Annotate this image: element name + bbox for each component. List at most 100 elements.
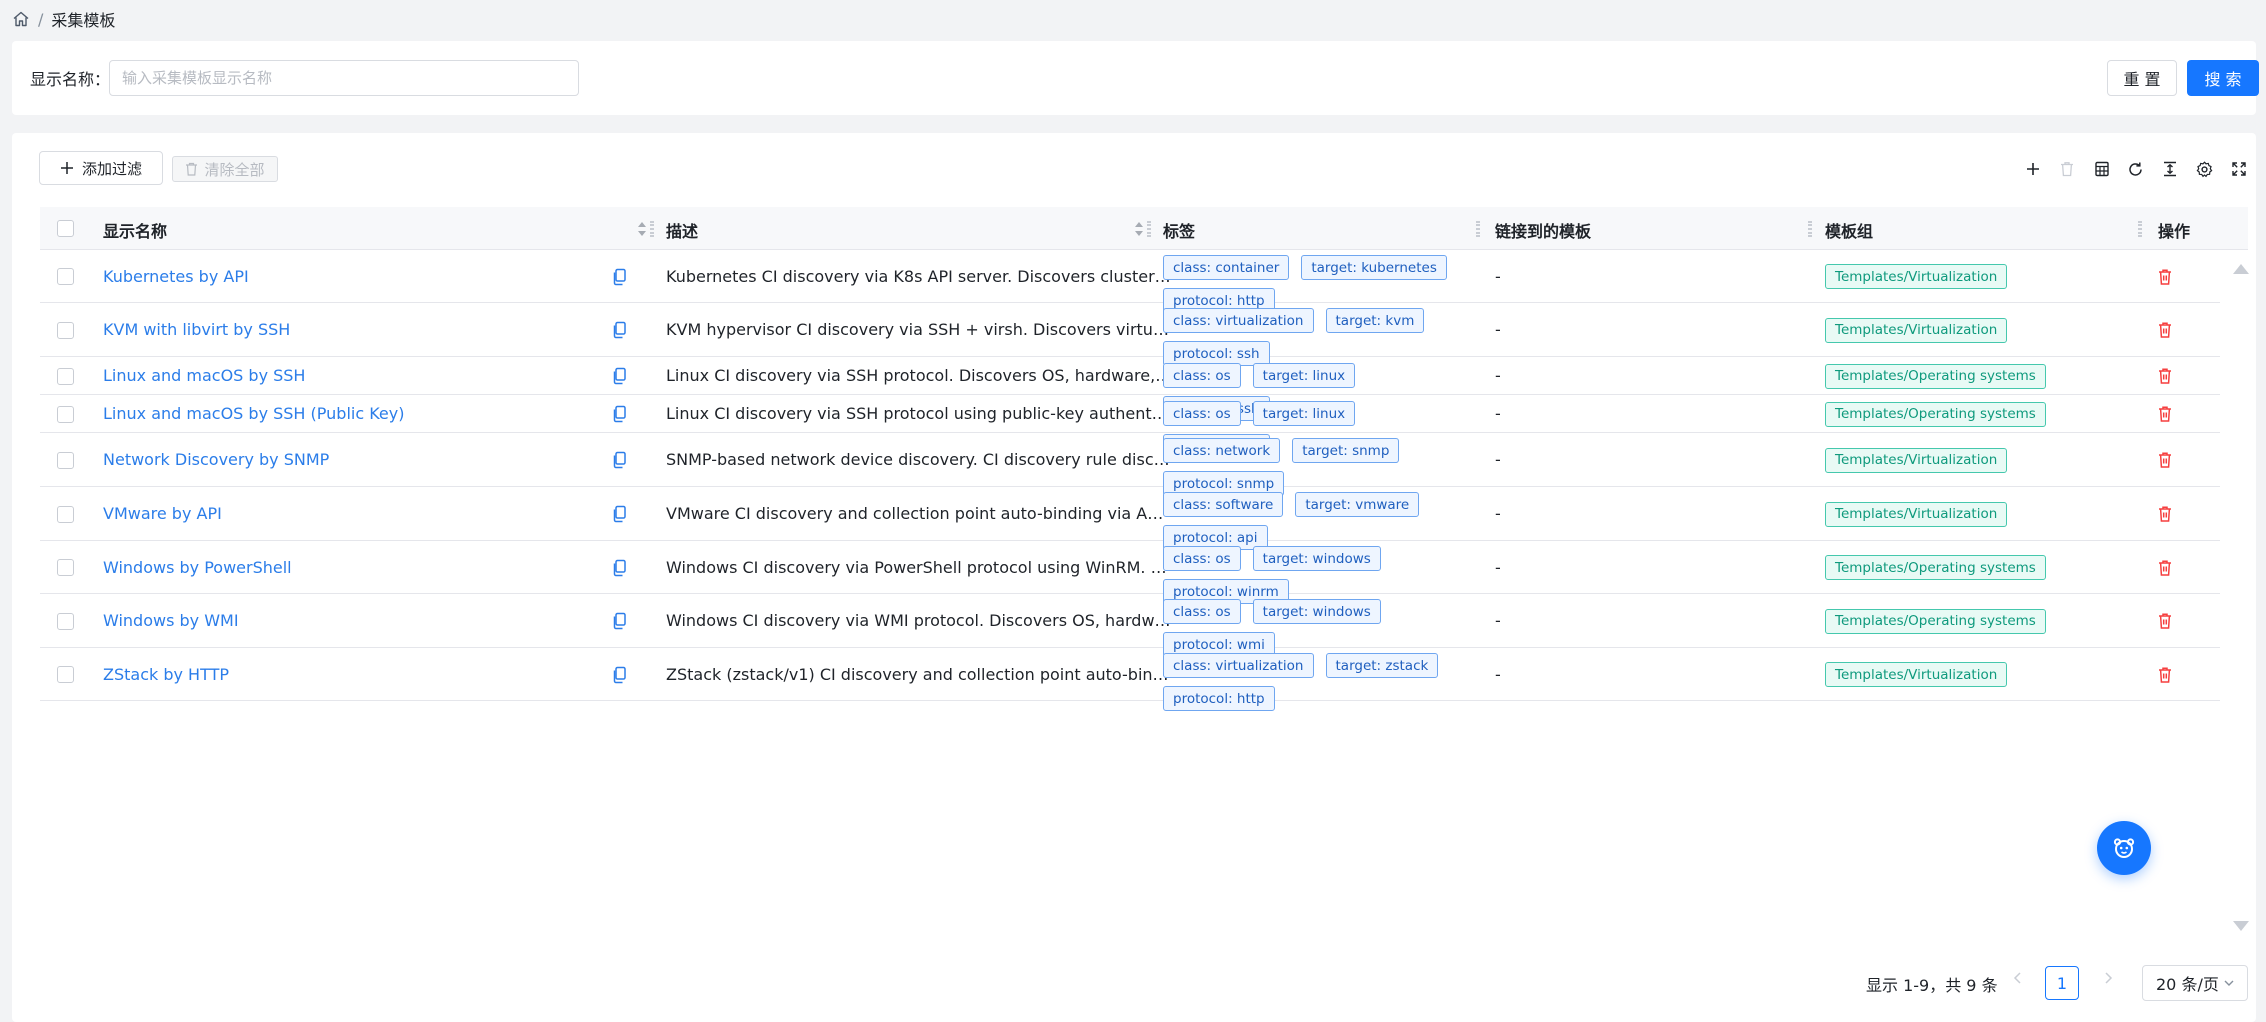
search-button[interactable]: 搜 索 — [2187, 60, 2259, 96]
delete-row-icon[interactable] — [2157, 268, 2173, 286]
delete-row-icon[interactable] — [2157, 559, 2173, 577]
table-row: ZStack by HTTP ZStack (zstack/v1) CI disc… — [40, 648, 2220, 711]
row-checkbox[interactable] — [57, 559, 74, 576]
home-icon[interactable] — [12, 10, 30, 28]
row-checkbox[interactable] — [57, 405, 74, 423]
sort-icon[interactable] — [637, 219, 647, 239]
display-name-label: 显示名称： — [30, 70, 111, 89]
copy-icon[interactable] — [611, 505, 627, 523]
scroll-down-arrow[interactable] — [2233, 921, 2249, 931]
delete-icon[interactable] — [2050, 157, 2084, 181]
copy-icon[interactable] — [611, 268, 627, 286]
column-resize-handle[interactable] — [650, 221, 654, 237]
template-name-link[interactable]: Linux and macOS by SSH (Public Key) — [103, 404, 404, 423]
template-name-link[interactable]: Kubernetes by API — [103, 267, 249, 286]
template-group-badge: Templates/Virtualization — [1825, 662, 2008, 687]
column-resize-handle[interactable] — [1147, 221, 1151, 237]
reset-button[interactable]: 重 置 — [2107, 60, 2177, 96]
tag-badge: target: windows — [1252, 599, 1381, 624]
assistant-float-button[interactable] — [2097, 821, 2151, 875]
refresh-icon[interactable] — [2119, 157, 2153, 181]
clear-all-button[interactable]: 清除全部 — [172, 156, 278, 182]
page-size-select[interactable]: 20 条/页 — [2142, 965, 2248, 1001]
tag-badge: class: container — [1163, 255, 1290, 280]
clear-all-label: 清除全部 — [204, 160, 265, 179]
copy-icon[interactable] — [611, 367, 627, 385]
linked-templates-value: - — [1495, 266, 1501, 286]
row-checkbox[interactable] — [57, 666, 74, 683]
chevron-down-icon — [2224, 980, 2234, 986]
row-height-icon[interactable] — [2153, 157, 2187, 181]
row-checkbox[interactable] — [57, 451, 74, 469]
add-filter-button[interactable]: 添加过滤 — [39, 151, 163, 185]
table-row: Linux and macOS by SSH Linux CI discovery… — [40, 357, 2220, 421]
template-group-badge: Templates/Virtualization — [1825, 447, 2008, 473]
copy-icon[interactable] — [611, 405, 627, 423]
column-resize-handle[interactable] — [1808, 221, 1812, 237]
template-name-link[interactable]: KVM with libvirt by SSH — [103, 320, 290, 339]
tag-badge: class: os — [1163, 599, 1241, 624]
fullscreen-icon[interactable] — [2222, 157, 2256, 181]
row-checkbox[interactable] — [57, 268, 74, 285]
tag-badge: target: snmp — [1292, 438, 1400, 463]
select-all-checkbox[interactable] — [57, 220, 74, 237]
row-checkbox[interactable] — [57, 505, 74, 523]
template-group-badge: Templates/Virtualization — [1825, 264, 2008, 289]
settings-icon[interactable] — [2187, 157, 2221, 181]
template-description: Linux CI discovery via SSH protocol. Dis… — [666, 366, 1172, 385]
delete-row-icon[interactable] — [2157, 666, 2173, 684]
prev-page-icon[interactable] — [2010, 970, 2026, 986]
delete-row-icon[interactable] — [2157, 612, 2173, 630]
row-checkbox[interactable] — [57, 612, 74, 630]
copy-icon[interactable] — [611, 321, 627, 339]
row-checkbox[interactable] — [57, 367, 74, 385]
display-name-input[interactable] — [109, 60, 579, 96]
col-header-tags: 标签 — [1163, 222, 1196, 241]
template-group-badge: Templates/Operating systems — [1825, 401, 2046, 427]
tag-badge: target: zstack — [1325, 653, 1439, 678]
page-number-1[interactable]: 1 — [2045, 966, 2079, 1000]
template-name-link[interactable]: Linux and macOS by SSH — [103, 366, 305, 385]
delete-row-icon[interactable] — [2157, 505, 2173, 523]
col-header-desc[interactable]: 描述 — [666, 218, 698, 242]
template-name-link[interactable]: VMware by API — [103, 504, 222, 523]
delete-row-icon[interactable] — [2157, 367, 2173, 385]
template-name-link[interactable]: ZStack by HTTP — [103, 665, 229, 684]
breadcrumb-separator: / — [38, 9, 44, 29]
table-row: Windows by PowerShell Windows CI discover… — [40, 541, 2220, 604]
tag-list: class: virtualization target: zstack proto… — [1163, 653, 1473, 711]
delete-row-icon[interactable] — [2157, 405, 2173, 423]
template-description: ZStack (zstack/v1) CI discovery and coll… — [666, 664, 1172, 684]
row-checkbox[interactable] — [57, 321, 74, 339]
template-description: Kubernetes CI discovery via K8s API serv… — [666, 266, 1172, 286]
tag-badge: class: virtualization — [1163, 308, 1314, 333]
column-resize-handle[interactable] — [1476, 221, 1480, 237]
copy-icon[interactable] — [611, 559, 627, 577]
template-name-link[interactable]: Windows by WMI — [103, 611, 239, 630]
tag-badge: target: vmware — [1295, 492, 1420, 517]
tag-badge: class: software — [1163, 492, 1284, 517]
col-header-name[interactable]: 显示名称 — [103, 218, 167, 242]
linked-templates-value: - — [1495, 366, 1501, 385]
copy-icon[interactable] — [611, 451, 627, 469]
assistant-icon — [2113, 838, 2135, 858]
export-icon[interactable] — [2085, 157, 2119, 181]
template-name-link[interactable]: Windows by PowerShell — [103, 558, 292, 577]
template-group-badge: Templates/Operating systems — [1825, 555, 2046, 580]
delete-row-icon[interactable] — [2157, 451, 2173, 469]
next-page-icon[interactable] — [2100, 970, 2116, 986]
table-row: Network Discovery by SNMP SNMP-based netw… — [40, 433, 2220, 496]
tag-badge: target: linux — [1252, 363, 1356, 388]
copy-icon[interactable] — [611, 666, 627, 684]
table-row: Kubernetes by API Kubernetes CI discovery… — [40, 250, 2220, 313]
copy-icon[interactable] — [611, 612, 627, 630]
scroll-up-arrow[interactable] — [2233, 264, 2249, 274]
add-icon[interactable] — [2016, 157, 2050, 181]
tag-badge: class: os — [1163, 401, 1241, 426]
table-row: VMware by API VMware CI discovery and col… — [40, 487, 2220, 550]
delete-row-icon[interactable] — [2157, 321, 2173, 339]
sort-icon[interactable] — [1134, 219, 1144, 239]
template-name-link[interactable]: Network Discovery by SNMP — [103, 450, 329, 469]
tag-badge: target: kubernetes — [1301, 255, 1447, 280]
column-resize-handle[interactable] — [2138, 221, 2142, 237]
